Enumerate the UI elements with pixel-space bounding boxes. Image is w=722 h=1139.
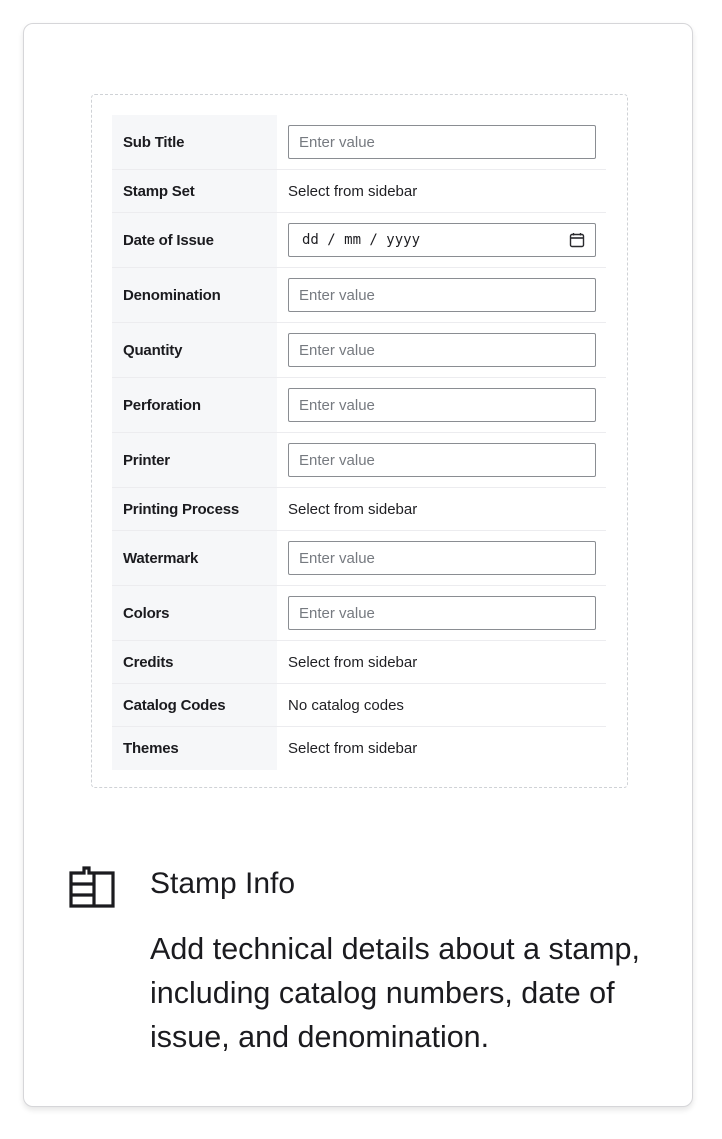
form-row-date-of-issue: Date of Issue dd / mm / yyyy [112, 213, 606, 268]
block-title: Stamp Info [150, 867, 296, 900]
field-label: Denomination [112, 268, 277, 322]
form-row-printer: Printer [112, 433, 606, 488]
credits-value: Select from sidebar [288, 653, 418, 671]
field-label: Watermark [112, 531, 277, 585]
form-row-stamp-set: Stamp Set Select from sidebar [112, 170, 606, 213]
quantity-input[interactable] [288, 333, 596, 367]
stamp-info-form: Sub Title Stamp Set Select from sidebar … [112, 115, 606, 770]
form-row-denomination: Denomination [112, 268, 606, 323]
field-label: Date of Issue [112, 213, 277, 267]
form-row-catalog-codes: Catalog Codes No catalog codes [112, 684, 606, 727]
field-label: Printing Process [112, 488, 277, 530]
field-label: Sub Title [112, 115, 277, 169]
field-label: Colors [112, 586, 277, 640]
calendar-icon[interactable] [569, 232, 585, 248]
block-preview: Sub Title Stamp Set Select from sidebar … [91, 94, 628, 788]
form-row-credits: Credits Select from sidebar [112, 641, 606, 684]
perforation-input[interactable] [288, 388, 596, 422]
catalog-codes-value: No catalog codes [288, 696, 404, 714]
stamp-set-value: Select from sidebar [288, 182, 418, 200]
date-of-issue-input[interactable]: dd / mm / yyyy [288, 223, 596, 257]
colors-input[interactable] [288, 596, 596, 630]
sub-title-input[interactable] [288, 125, 596, 159]
field-label: Printer [112, 433, 277, 487]
field-label: Themes [112, 727, 277, 770]
denomination-input[interactable] [288, 278, 596, 312]
field-label: Credits [112, 641, 277, 683]
printing-process-value: Select from sidebar [288, 500, 418, 518]
form-layout-icon [69, 866, 115, 908]
form-row-colors: Colors [112, 586, 606, 641]
form-row-sub-title: Sub Title [112, 115, 606, 170]
form-row-perforation: Perforation [112, 378, 606, 433]
field-label: Perforation [112, 378, 277, 432]
date-placeholder: dd / mm / yyyy [302, 232, 421, 248]
watermark-input[interactable] [288, 541, 596, 575]
form-row-quantity: Quantity [112, 323, 606, 378]
block-description: Add technical details about a stamp, inc… [150, 932, 640, 1054]
field-label: Catalog Codes [112, 684, 277, 726]
form-row-themes: Themes Select from sidebar [112, 727, 606, 770]
printer-input[interactable] [288, 443, 596, 477]
block-card[interactable]: Sub Title Stamp Set Select from sidebar … [23, 23, 693, 1107]
field-label: Quantity [112, 323, 277, 377]
field-label: Stamp Set [112, 170, 277, 212]
form-row-watermark: Watermark [112, 531, 606, 586]
form-row-printing-process: Printing Process Select from sidebar [112, 488, 606, 531]
themes-value: Select from sidebar [288, 740, 418, 757]
